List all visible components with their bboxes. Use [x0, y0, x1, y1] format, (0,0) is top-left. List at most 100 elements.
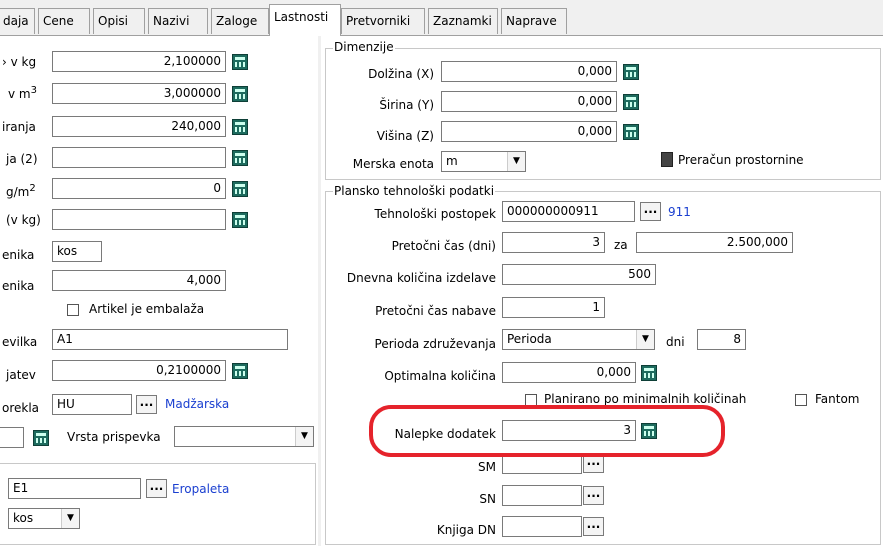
visina-value: 0,000 [577, 124, 612, 138]
browse-button[interactable]: ... [640, 202, 661, 221]
chevron-down-icon[interactable]: ▼ [295, 427, 313, 446]
nabave-field[interactable]: 1 [502, 297, 605, 318]
sirina-label: Širina (Y) [379, 98, 434, 112]
vkg-label: (v kg) [6, 213, 41, 227]
dni-value: 8 [733, 332, 741, 346]
sn-field[interactable] [502, 485, 582, 506]
dimenzije-title: Dimenzije [333, 40, 395, 54]
sm-label: SM [478, 460, 496, 474]
tab-opisi[interactable]: Opisi [93, 8, 145, 34]
embalaza-checkbox[interactable] [67, 304, 79, 316]
tab-zaznamki[interactable]: Zaznamki [428, 8, 498, 34]
tab-label: Opisi [98, 14, 128, 28]
optimalna-field[interactable]: 0,000 [502, 362, 636, 383]
paleta-enota-value: kos [13, 511, 34, 525]
paleta-field[interactable]: E1 [8, 478, 141, 499]
iranja-label: iranja [2, 120, 36, 134]
fantom-label: Fantom [815, 392, 860, 406]
vkg-field[interactable] [52, 209, 226, 230]
calculator-icon[interactable] [623, 94, 639, 110]
highlight-annotation [369, 405, 725, 457]
calculator-icon[interactable] [623, 64, 639, 80]
stevilka-value: A1 [57, 332, 73, 346]
fantom-checkbox[interactable] [795, 394, 807, 406]
masa-value: 2,100000 [163, 54, 221, 68]
calculator-icon[interactable] [33, 430, 49, 446]
tab-nazivi[interactable]: Nazivi [148, 8, 208, 34]
enota-value: m [446, 154, 458, 168]
postopek-field[interactable]: 000000000911 [502, 201, 635, 222]
calculator-icon[interactable] [623, 124, 639, 140]
postopek-link[interactable]: 911 [668, 205, 691, 219]
ja2-field[interactable] [52, 147, 226, 168]
za-field[interactable]: 2.500,000 [636, 232, 793, 253]
calculator-icon[interactable] [641, 365, 657, 381]
gm2-field[interactable]: 0 [52, 178, 226, 199]
dni-field[interactable]: 8 [697, 329, 746, 350]
porekla-link[interactable]: Madžarska [165, 397, 229, 411]
calculator-icon[interactable] [232, 363, 248, 379]
browse-button[interactable]: ... [583, 517, 604, 536]
iranja-value: 240,000 [171, 119, 221, 133]
perioda-dropdown[interactable]: Perioda [502, 329, 655, 350]
chevron-down-icon[interactable]: ▼ [636, 330, 654, 349]
chevron-down-icon[interactable]: ▼ [61, 509, 79, 528]
browse-button[interactable]: ... [146, 479, 167, 498]
tab-label: daja [3, 14, 29, 28]
jatev-label: jatev [6, 368, 36, 382]
browse-button[interactable]: ... [136, 395, 157, 414]
dolzina-field[interactable]: 0,000 [441, 61, 617, 82]
volumen-sup: 3 [30, 85, 37, 96]
sn-label: SN [479, 492, 496, 506]
enota1-field[interactable]: kos [52, 241, 102, 262]
tab-label: Lastnosti [274, 10, 329, 24]
calculator-icon[interactable] [232, 150, 248, 166]
postopek-value: 000000000911 [507, 204, 599, 218]
prispevek-dropdown[interactable] [174, 426, 314, 447]
tab-cene[interactable]: Cene [38, 8, 90, 34]
masa-field[interactable]: 2,100000 [52, 51, 226, 72]
volumen-field[interactable]: 3,000000 [52, 83, 226, 104]
jatev-field[interactable]: 0,2100000 [52, 360, 226, 381]
porekla-field[interactable]: HU [52, 394, 132, 415]
porekla-label: orekla [2, 401, 40, 415]
tab-lastnosti[interactable]: Lastnosti [269, 4, 341, 36]
paleta-link[interactable]: Eropaleta [172, 482, 229, 496]
tab-label: Zaloge [216, 14, 258, 28]
enota1-value: kos [57, 244, 78, 258]
tab-label: Zaznamki [433, 14, 492, 28]
nabave-label: Pretočni čas nabave [375, 304, 496, 318]
za-value: 2.500,000 [726, 235, 788, 249]
tab-naprave[interactable]: Naprave [501, 8, 567, 34]
browse-button[interactable]: ... [583, 486, 604, 505]
chevron-down-icon[interactable]: ▼ [507, 152, 525, 171]
ja2-label: ja (2) [6, 152, 38, 166]
pretocni-field[interactable]: 3 [502, 232, 605, 253]
tab-zaloge[interactable]: Zaloge [211, 8, 269, 34]
knjiga-field[interactable] [502, 516, 582, 537]
jatev-value: 0,2100000 [156, 363, 221, 377]
preracun-button[interactable]: Preračun prostornine [678, 153, 804, 167]
masa-label: › v kg [2, 55, 37, 69]
calculator-icon[interactable] [232, 181, 248, 197]
perioda-value: Perioda [507, 332, 552, 346]
iranja-field[interactable]: 240,000 [52, 116, 226, 137]
enota2-label: enika [2, 279, 35, 293]
tab-daja[interactable]: daja [0, 8, 35, 34]
left-partial-field[interactable] [0, 427, 24, 448]
sirina-field[interactable]: 0,000 [441, 91, 617, 112]
calculator-icon[interactable] [232, 86, 248, 102]
dni-label: dni [666, 335, 685, 349]
enota2-field[interactable]: 4,000 [52, 270, 226, 291]
calculator-icon[interactable] [232, 54, 248, 70]
stevilka-field[interactable]: A1 [52, 329, 288, 350]
visina-field[interactable]: 0,000 [441, 121, 617, 142]
calculator-icon[interactable] [661, 152, 673, 167]
volumen-label: v m3 [8, 85, 37, 101]
calculator-icon[interactable] [232, 212, 248, 228]
dnevna-field[interactable]: 500 [502, 264, 656, 285]
optimalna-value: 0,000 [596, 365, 631, 379]
calculator-icon[interactable] [232, 119, 248, 135]
tab-pretvorniki[interactable]: Pretvorniki [341, 8, 425, 34]
paleta-group [0, 463, 316, 545]
